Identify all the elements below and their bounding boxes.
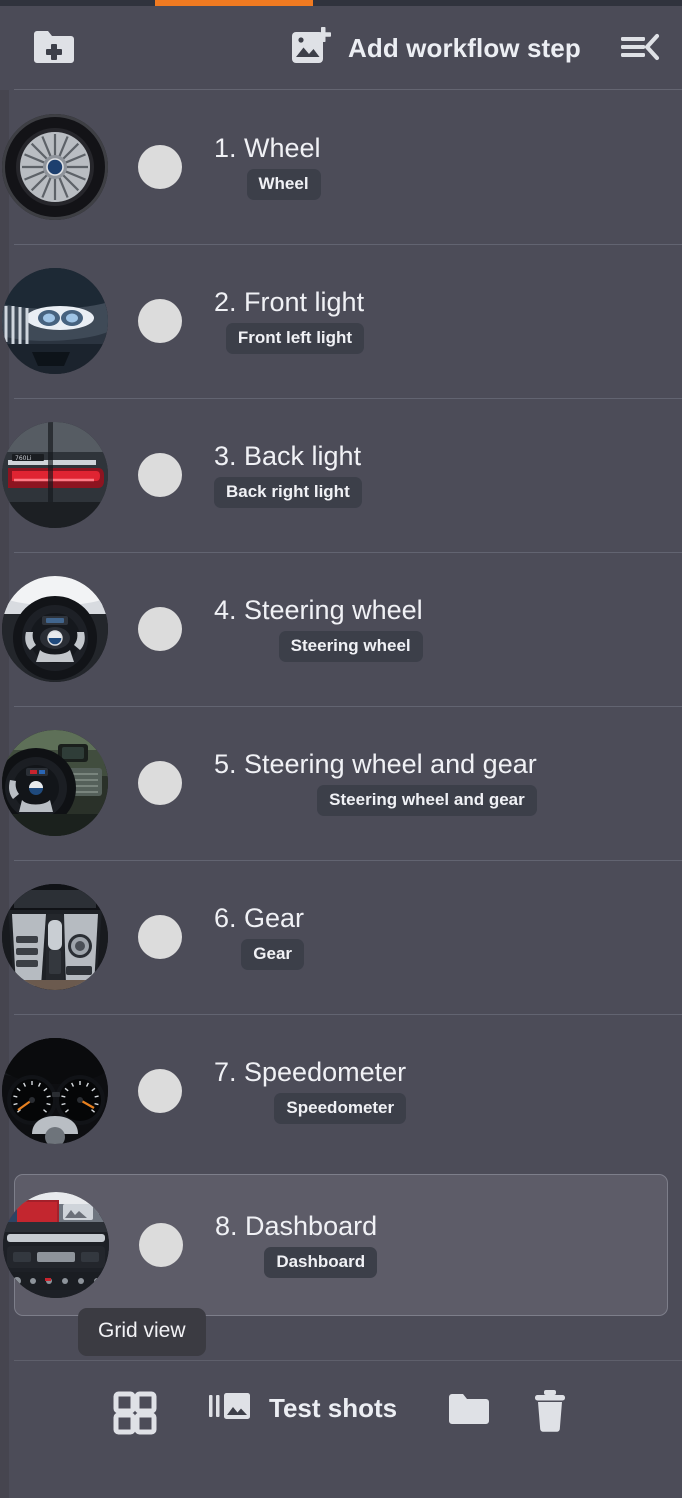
- step-status-dot[interactable]: [138, 453, 182, 497]
- step-status-dot[interactable]: [138, 915, 182, 959]
- workflow-step-row[interactable]: 6. Gear Gear: [0, 860, 682, 1014]
- workflow-step-row-inner[interactable]: 7. Speedometer Speedometer: [2, 1020, 668, 1162]
- step-text-block: 6. Gear Gear: [214, 903, 305, 970]
- step-title: 2. Front light: [214, 287, 365, 318]
- step-tag-badge: Speedometer: [274, 1092, 407, 1124]
- step-tag-badge: Wheel: [246, 168, 321, 200]
- step-title: 4. Steering wheel: [214, 595, 423, 626]
- add-image-icon: [290, 24, 334, 73]
- step-title: 7. Speedometer: [214, 1057, 407, 1088]
- step-text-block: 3. Back light Back right light: [214, 441, 362, 508]
- workflow-step-row-inner[interactable]: 4. Steering wheel Steering wheel: [2, 558, 668, 700]
- step-text-block: 5. Steering wheel and gear Steering wheel…: [214, 749, 537, 816]
- step-title: 3. Back light: [214, 441, 362, 472]
- step-text-block: 2. Front light Front left light: [214, 287, 365, 354]
- step-thumbnail[interactable]: [2, 268, 108, 374]
- step-status-dot[interactable]: [138, 761, 182, 805]
- workflow-step-row[interactable]: 760Li 3. Back light Back right light: [0, 398, 682, 552]
- folder-plus-icon: [32, 28, 76, 71]
- step-thumbnail[interactable]: [2, 576, 108, 682]
- step-tag-badge: Front left light: [225, 322, 365, 354]
- grid-view-button[interactable]: [112, 1390, 158, 1441]
- bottom-bar-divider: [14, 1360, 682, 1361]
- folder-icon: [447, 1392, 491, 1433]
- collapse-panel-button[interactable]: [616, 28, 664, 70]
- step-text-block: 7. Speedometer Speedometer: [214, 1057, 407, 1124]
- step-thumbnail[interactable]: [2, 1038, 108, 1144]
- app-header: Add workflow step: [0, 6, 682, 90]
- step-status-dot[interactable]: [138, 145, 182, 189]
- workflow-step-list: 1. Wheel Wheel 2. Front light Front left l…: [0, 90, 682, 1360]
- add-workflow-step-label: Add workflow step: [348, 33, 581, 63]
- menu-collapse-icon: [620, 30, 660, 69]
- grid-view-tooltip: Grid view: [78, 1308, 206, 1356]
- workflow-step-row[interactable]: 2. Front light Front left light: [0, 244, 682, 398]
- step-status-dot[interactable]: [138, 1069, 182, 1113]
- step-title: 1. Wheel: [214, 133, 321, 164]
- step-title: 5. Steering wheel and gear: [214, 749, 537, 780]
- delete-button[interactable]: [531, 1388, 569, 1439]
- workflow-step-row[interactable]: 7. Speedometer Speedometer: [0, 1014, 682, 1168]
- step-tag-badge: Steering wheel and gear: [317, 784, 537, 816]
- step-text-block: 4. Steering wheel Steering wheel: [214, 595, 423, 662]
- step-status-dot[interactable]: [138, 607, 182, 651]
- workflow-step-row-inner[interactable]: 2. Front light Front left light: [2, 250, 668, 392]
- workflow-step-row-inner[interactable]: 8. Dashboard Dashboard: [3, 1174, 668, 1316]
- workflow-step-row-inner[interactable]: 1. Wheel Wheel: [2, 96, 668, 238]
- bottom-toolbar: Test shots: [0, 1372, 682, 1472]
- step-text-block: 8. Dashboard Dashboard: [215, 1211, 378, 1278]
- new-folder-button[interactable]: [30, 28, 78, 70]
- workflow-step-row[interactable]: 5. Steering wheel and gear Steering wheel…: [0, 706, 682, 860]
- trash-icon: [531, 1388, 569, 1439]
- step-tag-badge: Back right light: [214, 476, 362, 508]
- step-status-dot[interactable]: [139, 1223, 183, 1267]
- svg-text:760Li: 760Li: [15, 455, 32, 462]
- workflow-step-row[interactable]: 8. Dashboard Dashboard: [0, 1168, 682, 1322]
- add-workflow-step-button[interactable]: Add workflow step: [290, 24, 581, 73]
- step-tag-badge: Steering wheel: [278, 630, 423, 662]
- step-status-dot[interactable]: [138, 299, 182, 343]
- workflow-step-row-inner[interactable]: 6. Gear Gear: [2, 866, 668, 1008]
- test-shots-button[interactable]: Test shots: [207, 1386, 397, 1431]
- step-thumbnail[interactable]: 760Li: [2, 422, 108, 528]
- step-thumbnail[interactable]: [3, 1192, 109, 1298]
- test-shots-label: Test shots: [269, 1393, 398, 1423]
- workflow-step-row[interactable]: 4. Steering wheel Steering wheel: [0, 552, 682, 706]
- step-title: 6. Gear: [214, 903, 305, 934]
- folder-button[interactable]: [447, 1392, 491, 1433]
- step-tag-badge: Dashboard: [264, 1246, 378, 1278]
- workflow-step-row-inner[interactable]: 760Li 3. Back light Back right light: [2, 404, 668, 546]
- grid-view-icon: [112, 1390, 158, 1441]
- step-text-block: 1. Wheel Wheel: [214, 133, 321, 200]
- step-thumbnail[interactable]: [2, 730, 108, 836]
- step-title: 8. Dashboard: [215, 1211, 378, 1242]
- workflow-step-row-inner[interactable]: 5. Steering wheel and gear Steering wheel…: [2, 712, 668, 854]
- step-tag-badge: Gear: [241, 938, 305, 970]
- workflow-step-row[interactable]: 1. Wheel Wheel: [0, 90, 682, 244]
- step-thumbnail[interactable]: [2, 114, 108, 220]
- photo-library-icon: [207, 1386, 257, 1431]
- step-thumbnail[interactable]: [2, 884, 108, 990]
